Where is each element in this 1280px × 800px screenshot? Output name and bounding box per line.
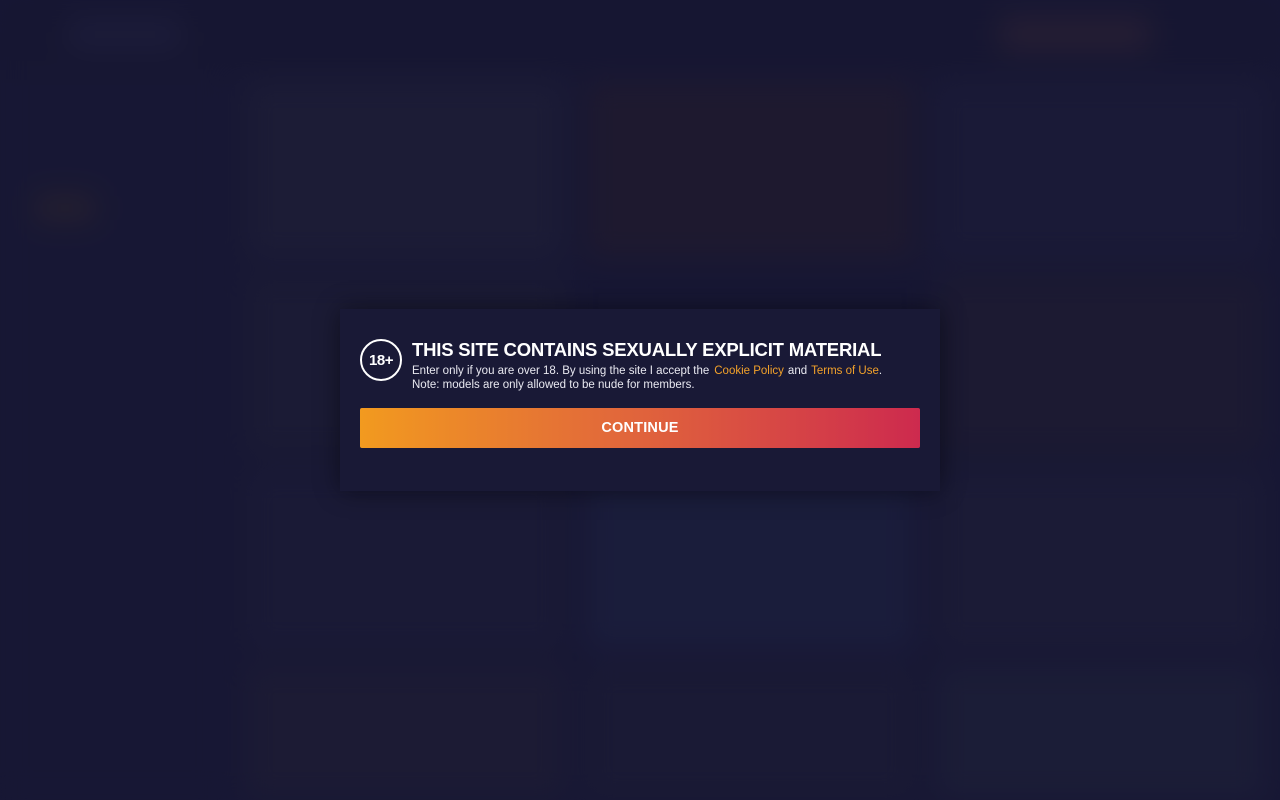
period-text: . [878,365,883,377]
terms-of-use-link[interactable]: Terms of Use [811,365,879,377]
age-badge-label: 18+ [369,351,393,369]
age-verification-modal: 18+ THIS SITE CONTAINS SEXUALLY EXPLICIT… [340,309,940,491]
cookie-policy-link[interactable]: Cookie Policy [714,365,784,377]
members-note: Note: models are only allowed to be nude… [412,378,695,391]
continue-button[interactable]: CONTINUE [360,408,920,448]
age-18-badge-icon: 18+ [360,339,402,381]
modal-title: THIS SITE CONTAINS SEXUALLY EXPLICIT MAT… [412,339,882,360]
consent-text: Enter only if you are over 18. By using … [412,365,710,377]
and-text: and [787,365,808,377]
modal-description: Enter only if you are over 18. By using … [412,365,922,392]
